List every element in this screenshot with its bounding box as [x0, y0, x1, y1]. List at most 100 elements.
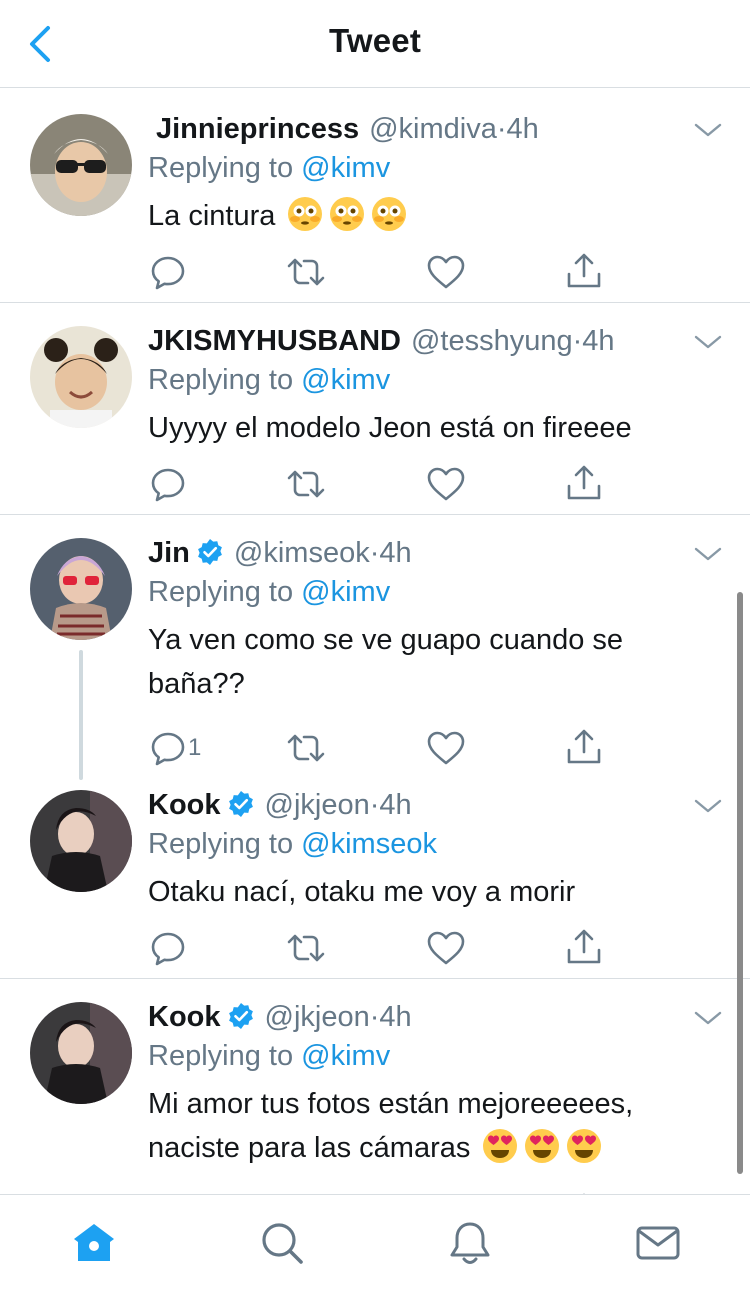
user-handle[interactable]: @kimdiva [369, 113, 497, 145]
divider [0, 302, 750, 303]
mention-link[interactable]: @kimv [301, 152, 390, 184]
tweet-text: Ya ven como se ve guapo cuando se baña?? [148, 624, 624, 700]
messages-tab[interactable] [634, 1219, 682, 1267]
chevron-down-icon[interactable] [693, 796, 723, 816]
mention-link[interactable]: @kimv [301, 576, 390, 608]
tweet-text: La cintura [148, 194, 708, 238]
display-name[interactable]: Kook [148, 789, 221, 821]
chevron-down-icon[interactable] [693, 120, 723, 140]
reply-button[interactable] [148, 928, 188, 968]
search-icon [262, 1223, 303, 1264]
reply-button[interactable]: 1 [148, 728, 218, 768]
tweet-actions [148, 464, 628, 504]
user-handle[interactable]: @kimseok [234, 537, 370, 569]
chevron-down-icon[interactable] [693, 332, 723, 352]
like-icon [426, 252, 466, 292]
divider [0, 978, 750, 979]
scrollbar[interactable] [737, 592, 743, 1174]
verified-badge-icon [227, 1002, 255, 1030]
user-handle[interactable]: @jkjeon [265, 789, 370, 821]
top-navigation-bar: Tweet [0, 0, 750, 88]
display-name[interactable]: Kook [148, 1001, 221, 1033]
tweet-item[interactable]: Jinnieprincess @kimdiva·4h Replying to @k… [0, 112, 750, 302]
retweet-icon [286, 464, 326, 504]
tweet-item[interactable]: Kook @jkjeon·4h Replying to @kimseok Otak… [0, 788, 750, 978]
share-button[interactable] [564, 464, 604, 504]
tweet-text: Otaku nací, otaku me voy a morir [148, 876, 576, 908]
reply-button[interactable] [148, 464, 188, 504]
tweet-header: JKISMYHUSBAND @tesshyung·4h [148, 321, 615, 361]
replying-to: Replying to @kimv [148, 148, 390, 188]
tweet-actions: 1 [148, 728, 628, 768]
tweet-actions [148, 252, 628, 292]
bottom-tab-bar [0, 1194, 750, 1294]
timestamp: 4h [379, 537, 412, 569]
tweet-item[interactable]: Jin @kimseok·4h Replying to @kimv Ya ven … [0, 536, 750, 776]
reply-icon [148, 464, 188, 504]
like-icon [426, 464, 466, 504]
chevron-down-icon[interactable] [693, 544, 723, 564]
avatar[interactable] [30, 790, 132, 892]
tweet-header: Jinnieprincess @kimdiva·4h [156, 109, 539, 149]
mention-link[interactable]: @kimseok [301, 828, 437, 860]
heart-eyes-icon [524, 1128, 560, 1164]
replying-label: Replying to [148, 576, 294, 608]
timestamp: 4h [379, 1001, 412, 1033]
tweet-item[interactable]: JKISMYHUSBAND @tesshyung·4h Replying to @… [0, 324, 750, 514]
avatar[interactable] [30, 326, 132, 428]
reply-icon [148, 728, 188, 768]
avatar[interactable] [30, 538, 132, 640]
tweet-header: Kook @jkjeon·4h [148, 997, 412, 1037]
share-button[interactable] [564, 928, 604, 968]
messages-envelope-icon [636, 1226, 680, 1260]
display-name[interactable]: Jin [148, 537, 190, 569]
heart-eyes-icon [566, 1128, 602, 1164]
mention-link[interactable]: @kimv [301, 1040, 390, 1072]
share-button[interactable] [564, 252, 604, 292]
tweet-header: Kook @jkjeon·4h [148, 785, 412, 825]
home-tab[interactable] [70, 1219, 118, 1267]
search-tab[interactable] [258, 1219, 306, 1267]
retweet-button[interactable] [286, 728, 326, 768]
verified-badge-icon [196, 538, 224, 566]
like-button[interactable] [426, 464, 466, 504]
page-title: Tweet [328, 22, 422, 59]
flushed-face-icon [287, 196, 323, 232]
avatar[interactable] [30, 1002, 132, 1104]
retweet-icon [286, 928, 326, 968]
flushed-face-icon [371, 196, 407, 232]
display-name[interactable]: JKISMYHUSBAND [148, 325, 401, 357]
retweet-icon [286, 252, 326, 292]
reply-icon [148, 252, 188, 292]
user-handle[interactable]: @tesshyung [411, 325, 573, 357]
retweet-icon [286, 728, 326, 768]
like-button[interactable] [426, 928, 466, 968]
chevron-down-icon[interactable] [693, 1008, 723, 1028]
retweet-button[interactable] [286, 464, 326, 504]
timestamp: 4h [506, 113, 539, 145]
tweet-item[interactable]: Kook @jkjeon·4h Replying to @kimv Mi amor… [0, 1000, 750, 1194]
separator-dot: · [369, 789, 380, 821]
share-icon [564, 728, 604, 768]
like-icon [426, 928, 466, 968]
display-name[interactable]: Jinnieprincess [156, 113, 359, 145]
tweet-actions [148, 928, 628, 968]
user-handle[interactable]: @jkjeon [265, 1001, 370, 1033]
divider [0, 514, 750, 515]
tweet-feed[interactable]: Jinnieprincess @kimdiva·4h Replying to @k… [0, 88, 750, 1194]
heart-eyes-icon [482, 1128, 518, 1164]
notifications-tab[interactable] [446, 1219, 494, 1267]
reply-button[interactable] [148, 252, 188, 292]
reply-count: 1 [188, 734, 202, 761]
like-button[interactable] [426, 252, 466, 292]
share-icon [564, 464, 604, 504]
like-button[interactable] [426, 728, 466, 768]
replying-to: Replying to @kimv [148, 360, 390, 400]
retweet-button[interactable] [286, 252, 326, 292]
mention-link[interactable]: @kimv [301, 364, 390, 396]
share-button[interactable] [564, 728, 604, 768]
verified-badge-icon [227, 790, 255, 818]
retweet-button[interactable] [286, 928, 326, 968]
avatar[interactable] [30, 114, 132, 216]
separator-dot: · [496, 113, 507, 145]
